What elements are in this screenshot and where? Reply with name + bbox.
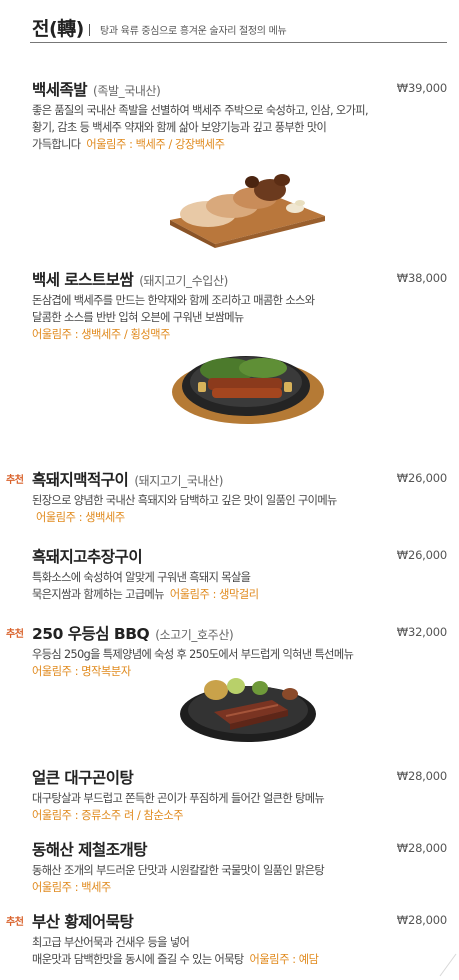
menu-item-daegu-goni-tang: 얼큰 대구곤이탕 ₩28,000 대구탕살과 부드럽고 쫀득한 곤이가 푸짐하게… xyxy=(32,766,447,824)
header-rule xyxy=(30,42,447,43)
item-name: 동해산 제철조개탕 xyxy=(32,841,147,859)
item-price: ₩28,000 xyxy=(396,841,447,855)
item-description: 돈삼겹에 백세주를 만드는 한약재와 함께 조리하고 매콤한 소스와 달콤한 소… xyxy=(32,292,447,343)
item-name: 부산 황제어묵탕 xyxy=(32,913,134,931)
item-price: ₩32,000 xyxy=(396,625,447,639)
item-name: 250 우등심 BBQ xyxy=(32,625,150,643)
recommend-badge: 추천 xyxy=(6,475,24,486)
item-name: 흑돼지고추장구이 xyxy=(32,548,143,566)
item-name: 얼큰 대구곤이탕 xyxy=(32,769,134,787)
section-subtitle: 탕과 육류 중심으로 흥겨운 술자리 절정의 메뉴 xyxy=(100,26,287,37)
item-pairing: 어울림주 : 생백세주 / 횡성맥주 xyxy=(32,328,171,341)
item-description: 좋은 품질의 국내산 족발을 선별하여 백세주 주박으로 숙성하고, 인삼, 오… xyxy=(32,104,369,151)
item-name: 흑돼지맥적구이 xyxy=(32,471,129,489)
item-pairing: 어울림주 : 백세주 / 강장백세주 xyxy=(86,138,225,151)
corner-stroke xyxy=(439,953,457,977)
bbq-photo xyxy=(180,678,316,742)
item-name: 백세 로스트보쌈 xyxy=(32,271,134,289)
item-price: ₩28,000 xyxy=(396,769,447,783)
menu-item-gochujang-gui: 흑돼지고추장구이 ₩26,000 특화소스에 숙성하여 알맞게 구워낸 흑돼지 … xyxy=(32,545,447,603)
item-pairing: 어울림주 : 생막걸리 xyxy=(169,588,259,601)
title-divider xyxy=(89,24,90,36)
jokbal-photo xyxy=(170,174,325,248)
item-price: ₩26,000 xyxy=(396,548,447,562)
item-name: 백세족발 xyxy=(32,81,88,99)
item-origin: (족발_국내산) xyxy=(93,84,161,98)
menu-item-jokbal: 백세족발 (족발_국내산) ₩39,000 좋은 품질의 국내산 족발을 선별하여… xyxy=(32,78,447,153)
item-description: 최고급 부산어묵과 건새우 등을 넣어 매운맛과 담백한맛을 동시에 즐길 수 … xyxy=(32,936,319,966)
menu-item-jogae-tang: 동해산 제철조개탕 ₩28,000 동해산 조개의 부드러운 단맛과 시원칼칼한… xyxy=(32,838,447,896)
menu-item-eomuk-tang: 부산 황제어묵탕 ₩28,000 최고급 부산어묵과 건새우 등을 넣어 매운맛… xyxy=(32,910,447,968)
menu-item-roast-bossam: 백세 로스트보쌈 (돼지고기_수입산) ₩38,000 돈삼겹에 백세주를 만드는… xyxy=(32,268,447,343)
bossam-photo xyxy=(172,356,324,424)
item-origin: (돼지고기_수입산) xyxy=(139,274,228,288)
item-description: 대구탕살과 부드럽고 쫀득한 곤이가 푸짐하게 들어간 얼큰한 탕메뉴 어울림주… xyxy=(32,790,447,824)
item-pairing: 어울림주 : 생백세주 xyxy=(36,511,125,524)
recommend-badge: 추천 xyxy=(6,917,24,928)
menu-item-maekjeok: 흑돼지맥적구이 (돼지고기_국내산) ₩26,000 된장으로 양념한 국내산 흑… xyxy=(32,468,447,526)
item-price: ₩28,000 xyxy=(396,913,447,927)
item-price: ₩26,000 xyxy=(396,471,447,485)
item-price: ₩39,000 xyxy=(396,81,447,95)
item-pairing: 어울림주 : 백세주 xyxy=(32,881,111,894)
item-price: ₩38,000 xyxy=(396,271,447,285)
recommend-badge: 추천 xyxy=(6,629,24,640)
item-origin: (돼지고기_국내산) xyxy=(134,474,223,488)
item-origin: (소고기_호주산) xyxy=(155,628,234,642)
item-pairing: 어울림주 : 증류소주 려 / 참순소주 xyxy=(32,809,184,822)
item-description: 동해산 조개의 부드러운 단맛과 시원칼칼한 국물맛이 일품인 맑은탕 어울림주… xyxy=(32,862,447,896)
item-pairing: 어울림주 : 예담 xyxy=(249,953,319,966)
item-description: 특화소스에 숙성하여 알맞게 구워낸 흑돼지 목살을 묵은지쌈과 함께하는 고급… xyxy=(32,571,259,601)
section-title: 전(轉) xyxy=(32,18,84,40)
item-description: 된장으로 양념한 국내산 흑돼지와 담백하고 깊은 맛이 일품인 구이메뉴 어울… xyxy=(32,492,447,526)
